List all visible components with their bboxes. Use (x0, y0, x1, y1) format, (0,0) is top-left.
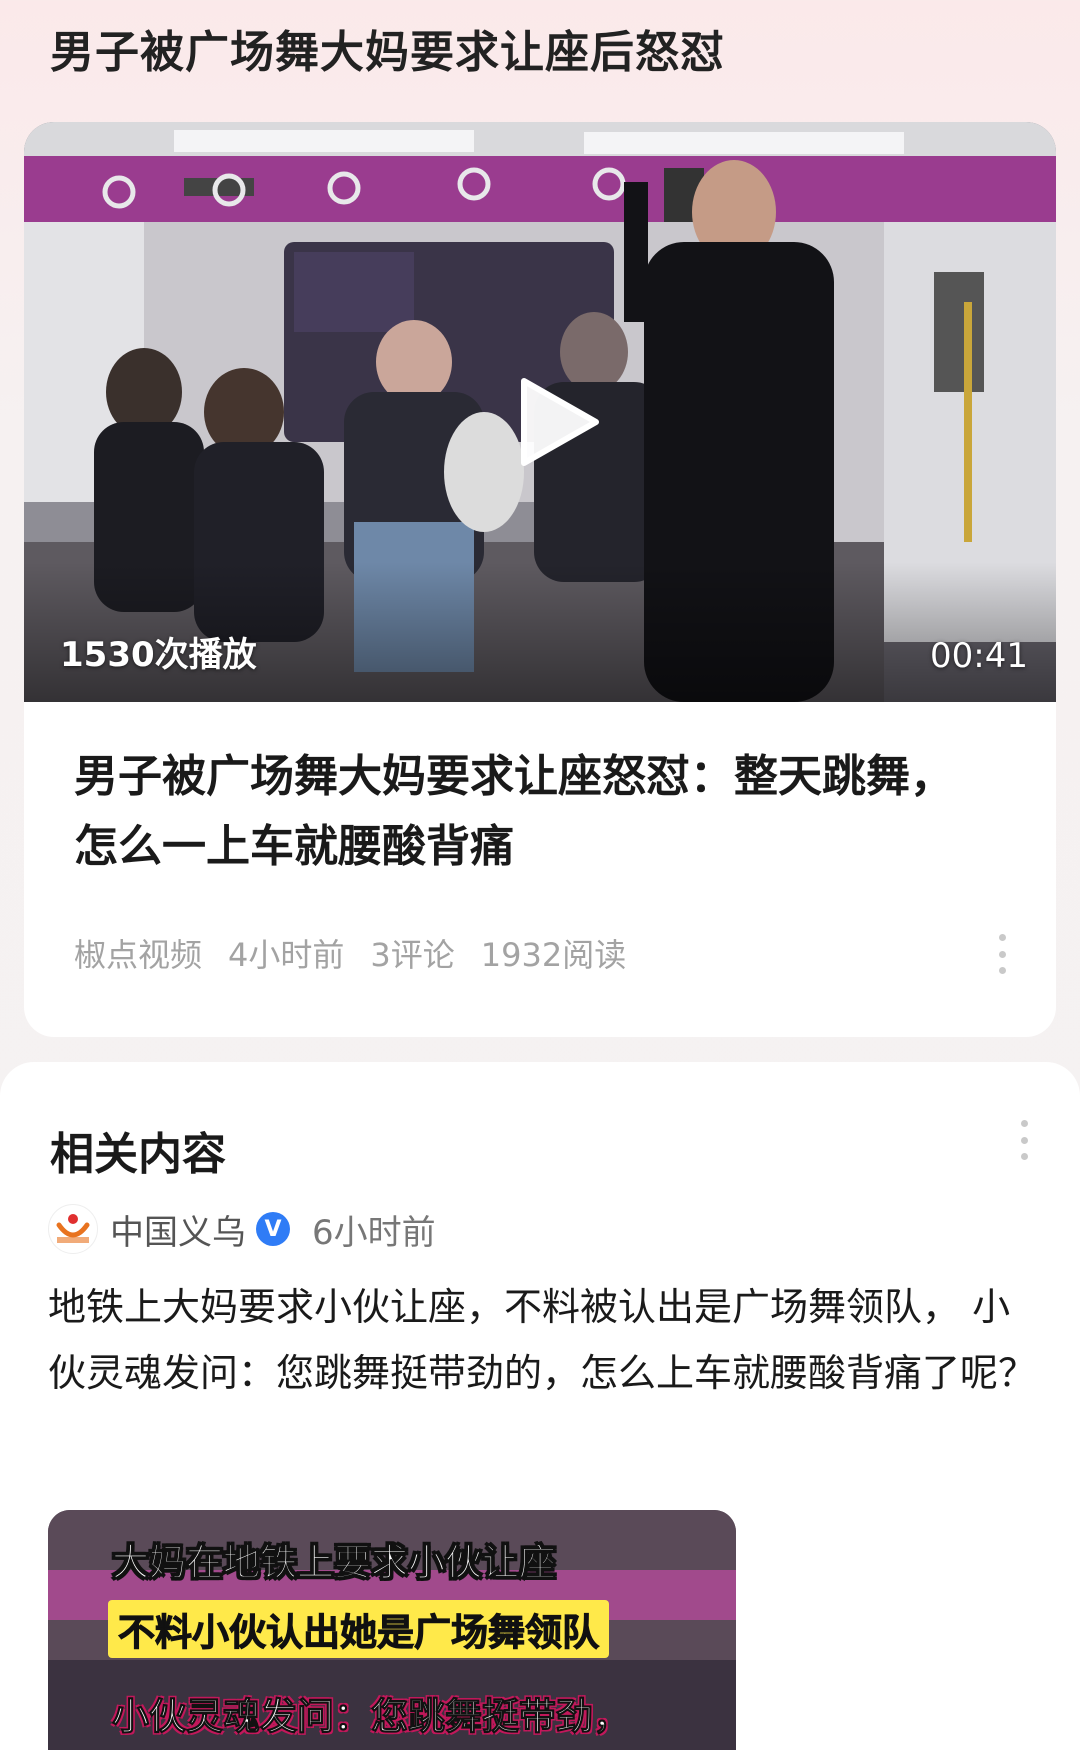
thumbnail-caption-line: 不料小伙认出她是广场舞领队 (108, 1600, 609, 1658)
video-player[interactable]: 1530次播放 00:41 (24, 122, 1056, 702)
article-meta: 椒点视频 4小时前 3评论 1932阅读 (74, 930, 626, 976)
play-icon[interactable] (512, 377, 602, 467)
related-section: 相关内容 中国义乌 V 6小时前 地铁上大妈要求小伙让座，不料被认出是广场舞领队… (0, 1062, 1080, 1762)
source-logo-icon (48, 1204, 98, 1254)
video-card[interactable]: 1530次播放 00:41 男子被广场舞大妈要求让座怒怼：整天跳舞，怎么一上车就… (24, 122, 1056, 1037)
article-title[interactable]: 男子被广场舞大妈要求让座怒怼：整天跳舞，怎么一上车就腰酸背痛 (74, 742, 974, 882)
related-thumbnail[interactable]: 大妈在地铁上要求小伙让座 不料小伙认出她是广场舞领队 小伙灵魂发问：您跳舞挺带劲… (48, 1510, 736, 1750)
related-heading: 相关内容 (50, 1129, 226, 1180)
play-count: 1530次播放 (60, 635, 257, 675)
more-vertical-icon[interactable] (1014, 1120, 1034, 1160)
meta-time: 4小时前 (228, 936, 345, 974)
meta-comments[interactable]: 3评论 (370, 930, 454, 976)
more-vertical-icon[interactable] (992, 934, 1012, 974)
thumbnail-caption-line: 小伙灵魂发问：您跳舞挺带劲， (112, 1695, 631, 1739)
meta-reads: 1932阅读 (480, 936, 627, 974)
page-title: 男子被广场舞大妈要求让座后怒怼 (50, 27, 725, 78)
thumbnail-caption-line: 大妈在地铁上要求小伙让座 (112, 1541, 557, 1585)
related-source-row[interactable]: 中国义乌 V 6小时前 (48, 1204, 436, 1254)
related-time: 6小时前 (312, 1212, 436, 1253)
related-text[interactable]: 地铁上大妈要求小伙让座，不料被认出是广场舞领队， 小伙灵魂发问：您跳舞挺带劲的，… (48, 1274, 1038, 1406)
verified-badge-icon: V (256, 1212, 290, 1246)
video-duration: 00:41 (930, 636, 1028, 676)
related-source-name[interactable]: 中国义乌 (110, 1205, 246, 1254)
meta-source[interactable]: 椒点视频 (74, 930, 202, 976)
